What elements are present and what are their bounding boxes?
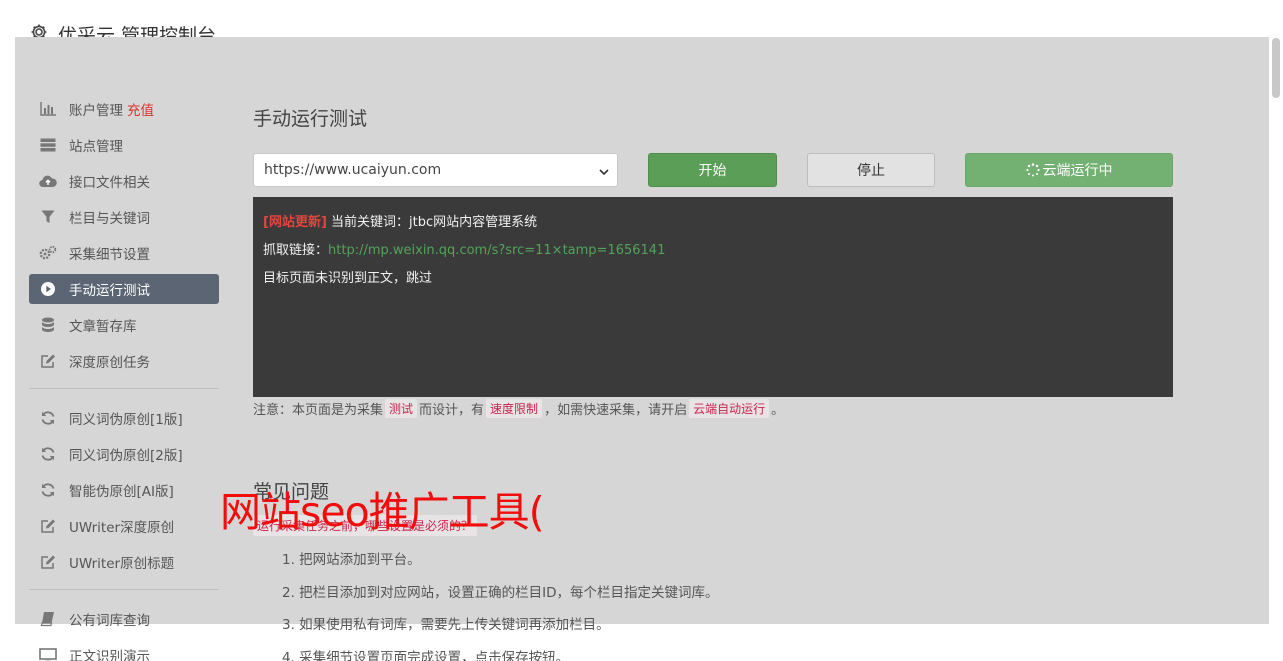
- sidebar-item-manual-run[interactable]: 手动运行测试: [29, 274, 219, 304]
- log-line: 抓取链接：http://mp.weixin.qq.com/s?src=11×ta…: [263, 237, 1163, 265]
- site-select-value: https://www.ucaiyun.com: [264, 162, 442, 178]
- sidebar-item-label: 正文识别演示: [69, 649, 150, 661]
- notice-part: ，如需快速采集，请开启: [544, 403, 688, 418]
- log-console: [网站更新] 当前关键词：jtbc网站内容管理系统 抓取链接：http://mp…: [253, 197, 1173, 397]
- list-item: 3. 如果使用私有词库，需要先上传关键词再添加栏目。: [282, 617, 610, 633]
- chevron-down-icon: [599, 165, 609, 176]
- sidebar-item-uwriter-title[interactable]: UWriter原创标题: [29, 547, 219, 577]
- edit-icon: [39, 517, 57, 535]
- database-icon: [39, 316, 57, 334]
- sidebar-item-label: UWriter深度原创: [69, 520, 175, 536]
- sidebar-item-text-recognition-demo[interactable]: 正文识别演示: [29, 640, 219, 661]
- monitor-icon: [39, 646, 57, 661]
- cloud-upload-icon: [39, 172, 57, 190]
- sidebar-item-sites[interactable]: 站点管理: [29, 130, 219, 160]
- notice-part: 注意：本页面是为采集: [253, 403, 384, 418]
- log-tag: [网站更新]: [263, 215, 327, 230]
- notice-code: 速度限制: [486, 399, 543, 418]
- server-icon: [39, 136, 57, 154]
- sidebar-item-interface-files[interactable]: 接口文件相关: [29, 166, 219, 196]
- log-text: 当前关键词：jtbc网站内容管理系统: [331, 215, 538, 230]
- vertical-scrollbar[interactable]: [1272, 38, 1280, 98]
- sidebar: 账户管理 充值 站点管理 接口文件相关 栏目与关键词 采集细节设置 手动运行测试…: [29, 94, 219, 661]
- spinner-icon: [1025, 163, 1040, 177]
- notice-part: 而设计，有: [419, 403, 485, 418]
- notice-part: 。: [771, 403, 785, 418]
- log-line: 目标页面未识别到正文，跳过: [263, 265, 1163, 293]
- sidebar-item-deep-original[interactable]: 深度原创任务: [29, 346, 219, 376]
- sidebar-item-columns-keywords[interactable]: 栏目与关键词: [29, 202, 219, 232]
- sidebar-item-label: 站点管理: [69, 139, 123, 155]
- list-item: 1. 把网站添加到平台。: [282, 552, 421, 568]
- watermark-text: 网站seo推广工具(: [220, 488, 545, 536]
- sidebar-item-label: 同义词伪原创[2版]: [69, 448, 183, 464]
- cloud-run-button[interactable]: 云端运行中: [965, 153, 1173, 187]
- sidebar-item-article-storage[interactable]: 文章暂存库: [29, 310, 219, 340]
- sidebar-item-label: 栏目与关键词: [69, 211, 150, 227]
- list-item: 4. 采集细节设置页面完成设置，点击保存按钮。: [282, 649, 570, 661]
- start-button[interactable]: 开始: [648, 153, 777, 187]
- site-select[interactable]: https://www.ucaiyun.com: [253, 153, 618, 187]
- notice-text: 注意：本页面是为采集 测试 而设计，有 速度限制 ，如需快速采集，请开启 云端自…: [253, 399, 784, 418]
- sidebar-item-label: 文章暂存库: [69, 319, 137, 335]
- edit-icon: [39, 553, 57, 571]
- sidebar-divider: [29, 388, 219, 389]
- filter-icon: [39, 208, 57, 226]
- book-icon: [39, 610, 57, 628]
- faq-list: 1. 把网站添加到平台。 2. 把栏目添加到对应网站，设置正确的栏目ID，每个栏…: [282, 548, 719, 661]
- sidebar-item-smart-ai[interactable]: 智能伪原创[AI版]: [29, 475, 219, 505]
- play-circle-icon: [39, 280, 57, 298]
- cloud-run-label: 云端运行中: [1042, 163, 1113, 179]
- log-text: 目标页面未识别到正文，跳过: [263, 271, 433, 286]
- list-item: 2. 把栏目添加到对应网站，设置正确的栏目ID，每个栏目指定关键词库。: [282, 584, 719, 601]
- sidebar-item-synonym-v1[interactable]: 同义词伪原创[1版]: [29, 403, 219, 433]
- sidebar-item-label: 手动运行测试: [69, 283, 150, 299]
- sidebar-item-synonym-v2[interactable]: 同义词伪原创[2版]: [29, 439, 219, 469]
- sidebar-item-uwriter-deep[interactable]: UWriter深度原创: [29, 511, 219, 541]
- notice-code: 云端自动运行: [689, 399, 770, 418]
- sidebar-item-label: 智能伪原创[AI版]: [69, 484, 174, 500]
- sidebar-item-label: 账户管理: [69, 103, 123, 119]
- stop-button[interactable]: 停止: [807, 153, 935, 187]
- bar-chart-icon: [39, 100, 57, 118]
- sidebar-item-collect-settings[interactable]: 采集细节设置: [29, 238, 219, 268]
- log-link[interactable]: http://mp.weixin.qq.com/s?src=11×tamp=16…: [328, 243, 665, 258]
- page-title: 手动运行测试: [253, 108, 368, 130]
- sidebar-item-label: 深度原创任务: [69, 355, 150, 371]
- sidebar-item-label: 公有词库查询: [69, 613, 150, 629]
- log-label: 抓取链接：: [263, 243, 329, 258]
- refresh-icon: [39, 409, 57, 427]
- sidebar-item-public-lexicon[interactable]: 公有词库查询: [29, 604, 219, 634]
- sidebar-item-label: 接口文件相关: [69, 175, 150, 191]
- refresh-icon: [39, 445, 57, 463]
- gears-icon: [39, 244, 57, 262]
- sidebar-item-account[interactable]: 账户管理 充值: [29, 94, 219, 124]
- sidebar-item-label: 采集细节设置: [69, 247, 150, 263]
- recharge-link[interactable]: 充值: [127, 99, 154, 119]
- notice-code: 测试: [385, 399, 418, 418]
- log-line: [网站更新] 当前关键词：jtbc网站内容管理系统: [263, 209, 1163, 237]
- edit-icon: [39, 352, 57, 370]
- sidebar-item-label: 同义词伪原创[1版]: [69, 412, 183, 428]
- sidebar-item-label: UWriter原创标题: [69, 556, 175, 572]
- sidebar-divider: [29, 589, 219, 590]
- refresh-icon: [39, 481, 57, 499]
